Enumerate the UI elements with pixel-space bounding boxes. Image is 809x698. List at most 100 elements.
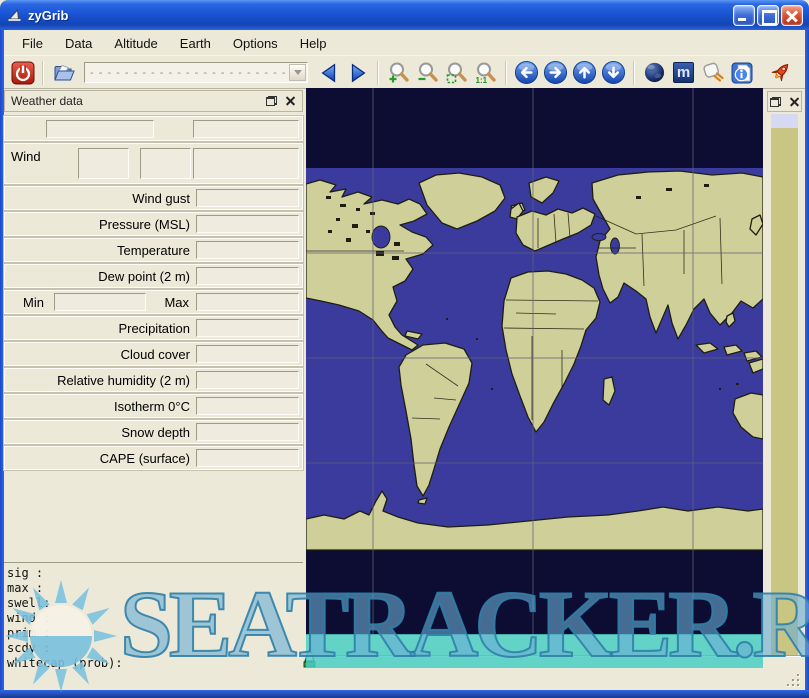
- arrow-left-triangle-icon: [318, 62, 340, 84]
- menu-data[interactable]: Data: [55, 33, 102, 54]
- min-label: Min: [23, 295, 44, 310]
- info-icon: [730, 61, 754, 85]
- open-folder-icon: [52, 61, 76, 85]
- circle-arrow-down-icon: [601, 60, 626, 85]
- move-up-button[interactable]: [571, 59, 598, 86]
- meteotable-icon: m: [673, 62, 694, 83]
- weather-row-label: Snow depth: [5, 425, 190, 440]
- weather-data-panel: Weather data Wind Wind gust Pressure (MSL)…: [4, 90, 303, 562]
- zoom-in-button[interactable]: [385, 59, 412, 86]
- weather-value-box: [196, 189, 299, 207]
- previous-timestep-button[interactable]: [315, 59, 342, 86]
- weather-row-label: CAPE (surface): [5, 451, 190, 466]
- menu-help[interactable]: Help: [290, 33, 337, 54]
- close-panel-icon[interactable]: [789, 96, 800, 107]
- circle-arrow-up-icon: [572, 60, 597, 85]
- zoom-one-to-one-icon: 1:1: [474, 61, 498, 85]
- chevron-down-icon: [294, 70, 302, 79]
- world-map[interactable]: [306, 88, 763, 635]
- show-globe-button[interactable]: [641, 59, 668, 86]
- weather-row-pressure-msl: Pressure (MSL): [4, 212, 303, 236]
- weather-value-box: [196, 423, 299, 441]
- date-value-box: [193, 120, 299, 138]
- weather-rows: Wind Wind gust Pressure (MSL) Temperature De…: [4, 116, 303, 470]
- zoom-out-button[interactable]: [414, 59, 441, 86]
- circle-arrow-left-icon: [514, 60, 539, 85]
- close-button[interactable]: [781, 5, 803, 26]
- float-panel-icon[interactable]: [266, 96, 277, 106]
- weather-row-cape-surface: CAPE (surface): [4, 446, 303, 470]
- weather-row-isotherm-0-c: Isotherm 0°C: [4, 394, 303, 418]
- close-panel-icon[interactable]: [285, 96, 296, 107]
- toolbar-separator: [42, 61, 44, 85]
- grib-file-combobox[interactable]: - - - - - - - - - - - - - - - - - - - - …: [84, 62, 308, 83]
- weather-row-snow-depth: Snow depth: [4, 420, 303, 444]
- weather-value-box: [196, 397, 299, 415]
- menu-altitude[interactable]: Altitude: [104, 33, 167, 54]
- watermark-sun-logo: [0, 575, 122, 697]
- combobox-dropdown-button[interactable]: [289, 64, 306, 81]
- eraser-icon: [701, 61, 725, 85]
- menu-file[interactable]: File: [12, 33, 53, 54]
- quit-button[interactable]: [9, 59, 36, 86]
- grib-info-button[interactable]: [728, 59, 755, 86]
- toolbar-separator: [377, 61, 379, 85]
- weather-row-temperature: Temperature: [4, 238, 303, 262]
- window-title: zyGrib: [28, 8, 733, 23]
- weather-row-dates: [4, 116, 303, 141]
- zoom-select-button[interactable]: [443, 59, 470, 86]
- weather-value-box: [196, 319, 299, 337]
- zoom-selection-icon: [445, 61, 469, 85]
- weather-value-box: [196, 449, 299, 467]
- zygrib-window: zyGrib FileDataAltitudeEarthOptionsHelp: [0, 0, 809, 698]
- max-value-box: [196, 293, 299, 311]
- weather-row-label: Temperature: [5, 243, 190, 258]
- wind-value-box: [193, 148, 299, 179]
- zoom-actual-size-button[interactable]: 1:1: [472, 59, 499, 86]
- power-icon: [11, 61, 35, 85]
- weather-value-box: [196, 345, 299, 363]
- clear-selection-button[interactable]: [699, 59, 726, 86]
- menu-options[interactable]: Options: [223, 33, 288, 54]
- menu-earth[interactable]: Earth: [170, 33, 221, 54]
- weather-panel-title: Weather data: [11, 94, 266, 108]
- toolbar-separator: [505, 61, 507, 85]
- globe-icon: [643, 61, 666, 84]
- maximize-button[interactable]: [757, 5, 779, 26]
- max-label: Max: [129, 295, 189, 310]
- meteotable-button[interactable]: m: [670, 59, 697, 86]
- open-file-button[interactable]: [50, 59, 77, 86]
- toolbar: - - - - - - - - - - - - - - - - - - - - …: [4, 57, 805, 89]
- wind-value-box: [78, 148, 129, 179]
- menu-bar: FileDataAltitudeEarthOptionsHelp: [4, 31, 805, 56]
- wind-value-box: [140, 148, 191, 179]
- weather-row-label: Precipitation: [5, 321, 190, 336]
- weather-row-label: Cloud cover: [5, 347, 190, 362]
- wind-label: Wind: [11, 149, 41, 164]
- weather-value-box: [196, 241, 299, 259]
- weather-value-box: [196, 371, 299, 389]
- weather-row-label: Dew point (2 m): [5, 269, 190, 284]
- weather-row-label: Pressure (MSL): [5, 217, 190, 232]
- weather-row-wind-gust: Wind gust: [4, 186, 303, 210]
- svg-text:1:1: 1:1: [475, 76, 487, 85]
- minimize-button[interactable]: [733, 5, 755, 26]
- float-panel-icon[interactable]: [770, 97, 781, 107]
- move-right-button[interactable]: [542, 59, 569, 86]
- next-timestep-button[interactable]: [344, 59, 371, 86]
- weather-row-label: Relative humidity (2 m): [5, 373, 190, 388]
- date-value-box: [46, 120, 154, 138]
- move-left-button[interactable]: [513, 59, 540, 86]
- weather-value-box: [196, 215, 299, 233]
- weather-row-min-max: Min Max: [4, 290, 303, 314]
- weather-row-wind: Wind: [4, 143, 303, 184]
- launch-zygrib-site-button[interactable]: [766, 59, 793, 86]
- watermark-text: SEATRACKER.RU: [120, 577, 809, 672]
- move-down-button[interactable]: [600, 59, 627, 86]
- combobox-value: - - - - - - - - - - - - - - - - - - - - …: [85, 67, 289, 79]
- weather-panel-header: Weather data: [4, 90, 303, 112]
- arrow-right-triangle-icon: [347, 62, 369, 84]
- circle-arrow-right-icon: [543, 60, 568, 85]
- weather-row-precipitation: Precipitation: [4, 316, 303, 340]
- title-bar[interactable]: zyGrib: [0, 0, 809, 30]
